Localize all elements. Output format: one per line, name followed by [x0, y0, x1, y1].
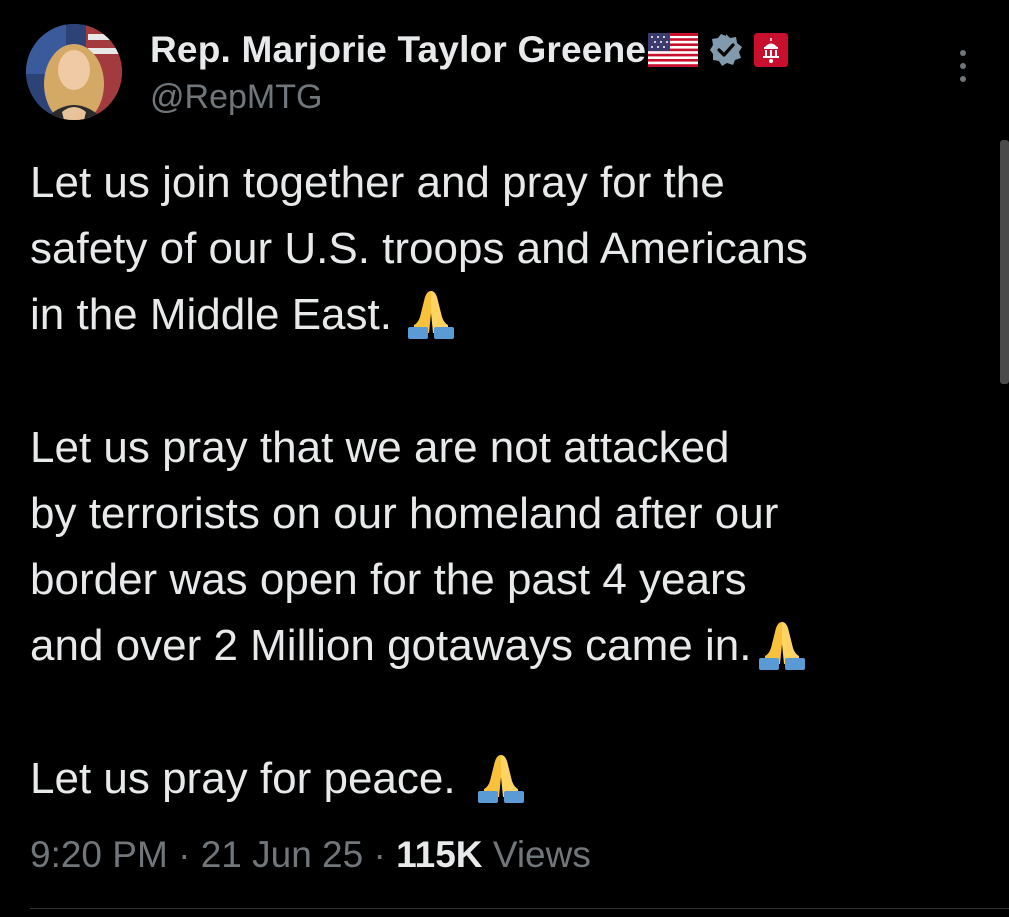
tweet-time[interactable]: 9:20 PM: [30, 834, 168, 875]
tweet-line: safety of our U.S. troops and Americans: [30, 224, 808, 273]
tweet: Rep. Marjorie Taylor Greene @RepMTG Let …: [0, 0, 1009, 917]
tweet-line: Let us pray for peace.: [30, 746, 990, 812]
folded-hands-icon: [402, 283, 460, 341]
tweet-line-text: in the Middle East.: [30, 290, 392, 339]
scrollbar[interactable]: [1000, 140, 1009, 384]
folded-hands-icon: [472, 747, 530, 805]
views-count[interactable]: 115K: [396, 834, 482, 875]
avatar[interactable]: [26, 24, 122, 120]
tweet-text: Let us join together and pray for the sa…: [30, 150, 990, 812]
government-icon[interactable]: [754, 33, 789, 67]
more-dot-icon: [960, 63, 966, 69]
more-dot-icon: [960, 76, 966, 82]
meta-separator: ·: [373, 834, 386, 875]
meta-separator: ·: [178, 834, 191, 875]
tweet-line-text: Let us pray for peace.: [30, 754, 456, 803]
tweet-line: border was open for the past 4 years: [30, 555, 747, 604]
tweet-date[interactable]: 21 Jun 25: [201, 834, 364, 875]
views-label[interactable]: Views: [493, 834, 591, 875]
tweet-line-text: and over 2 Million gotaways came in.: [30, 621, 752, 670]
verified-icon[interactable]: [708, 32, 744, 68]
author-handle[interactable]: @RepMTG: [150, 78, 322, 117]
tweet-line: Let us join together and pray for the: [30, 158, 725, 207]
tweet-line: by terrorists on our homeland after our: [30, 489, 779, 538]
more-options-button[interactable]: [950, 46, 976, 86]
more-dot-icon: [960, 50, 966, 56]
author-header: Rep. Marjorie Taylor Greene: [150, 26, 789, 74]
avatar-image: [26, 24, 122, 120]
tweet-metadata: 9:20 PM · 21 Jun 25 · 115K Views: [30, 834, 591, 876]
divider: [30, 908, 1009, 909]
tweet-line: Let us pray that we are not attacked: [30, 423, 730, 472]
tweet-line: in the Middle East.: [30, 282, 990, 348]
folded-hands-icon: [753, 614, 811, 672]
tweet-line: and over 2 Million gotaways came in.: [30, 613, 990, 679]
display-name[interactable]: Rep. Marjorie Taylor Greene: [150, 29, 646, 71]
us-flag-icon: [648, 33, 699, 67]
